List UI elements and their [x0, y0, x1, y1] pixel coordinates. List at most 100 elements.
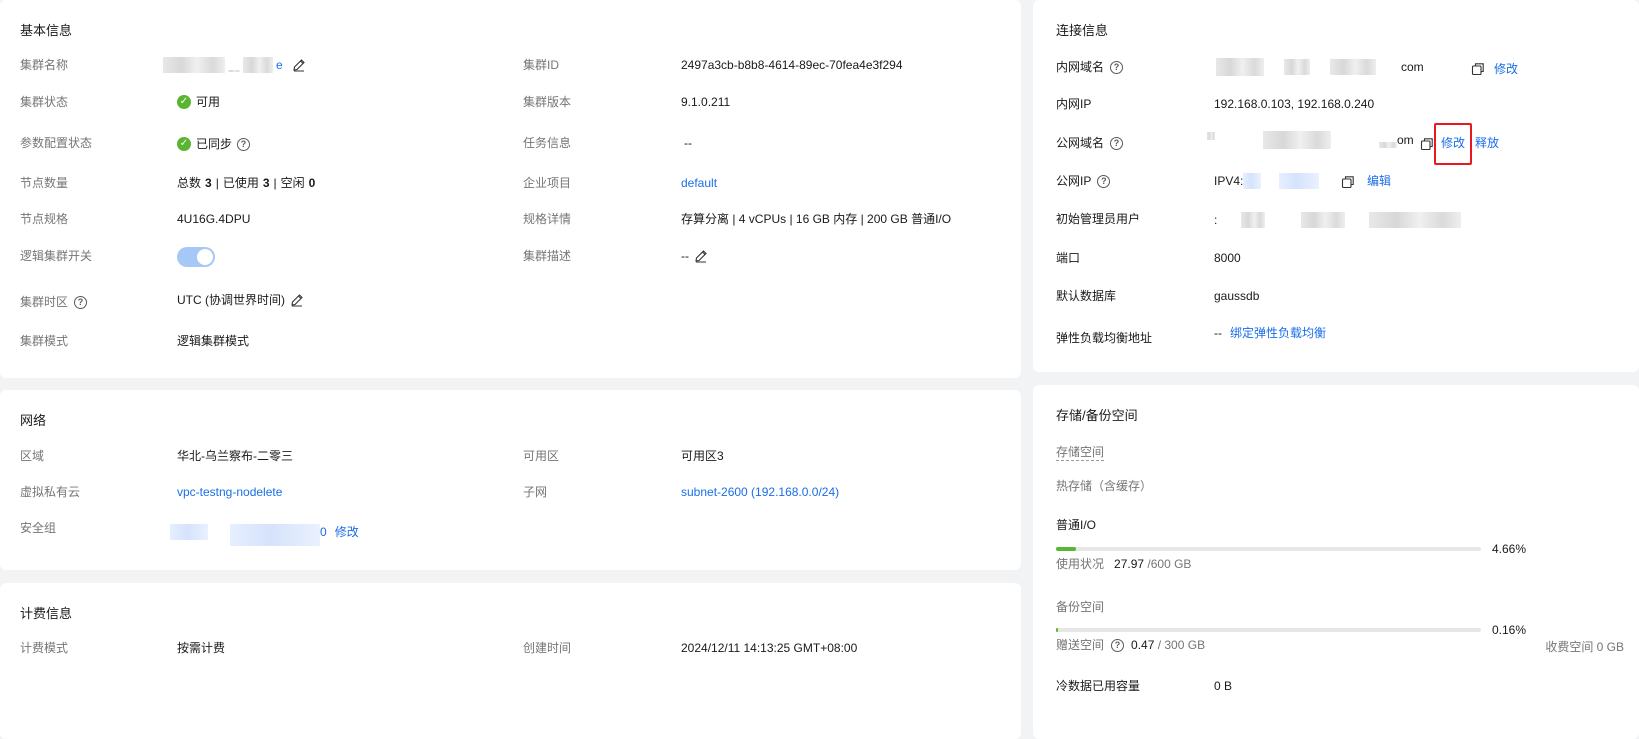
usage-label: 使用状况 [1056, 557, 1105, 571]
backup-progress [1056, 628, 1481, 632]
storage-space-label: 存储空间 [1056, 442, 1105, 462]
public-ip-label: 公网IP [1056, 174, 1092, 188]
cold-data-label: 冷数据已用容量 [1056, 679, 1141, 693]
redacted-text [243, 57, 273, 73]
free-space-row: 赠送空间 ? 0.47 / 300 GB [1056, 635, 1205, 655]
help-icon[interactable]: ? [1110, 136, 1124, 150]
backup-progress-fill [1056, 628, 1058, 632]
security-group-modify-link[interactable]: 修改 [335, 522, 359, 542]
redacted-text [1241, 212, 1266, 228]
region-value: 华北-乌兰察布-二零三 [177, 449, 293, 463]
free-space-label: 赠送空间 [1056, 638, 1105, 652]
timezone-value: UTC (协调世界时间) [177, 290, 304, 310]
region-label: 区域 [20, 449, 45, 463]
elb-value: -- 绑定弹性负载均衡 [1214, 323, 1326, 343]
redacted-text [1379, 142, 1397, 148]
node-used: 3 [262, 176, 270, 190]
az-value: 可用区3 [681, 449, 724, 463]
billing-title: 计费信息 [20, 606, 73, 621]
security-group-suffix[interactable]: 0 [320, 522, 327, 542]
bind-elb-link[interactable]: 绑定弹性负载均衡 [1230, 323, 1326, 343]
private-domain-modify-link[interactable]: 修改 [1494, 59, 1518, 79]
public-ip-prefix: IPV4: [1214, 174, 1244, 188]
separator: | [215, 176, 219, 190]
help-icon[interactable]: ? [1097, 174, 1111, 188]
default-db-value: gaussdb [1214, 289, 1260, 303]
version-value: 9.1.0.211 [681, 95, 731, 109]
cluster-id-label: 集群ID [523, 58, 560, 72]
param-status-value: ✓ 已同步 ? [177, 134, 251, 154]
redacted-text [1207, 132, 1215, 140]
node-used-label: 已使用 [222, 176, 259, 190]
logic-switch-value [177, 247, 215, 267]
help-icon[interactable]: ? [74, 295, 88, 309]
elb-label: 弹性负载均衡地址 [1056, 331, 1153, 345]
redacted-text [1301, 212, 1346, 228]
logic-cluster-toggle[interactable] [177, 247, 215, 267]
edit-icon[interactable] [694, 249, 708, 263]
public-domain-label-wrap: 公网域名 ? [1056, 133, 1124, 153]
task-value: -- [684, 136, 692, 150]
network-title: 网络 [20, 413, 47, 428]
desc-text: -- [681, 249, 689, 263]
basic-info-card: 基本信息 集群名称 e 集群状态 ✓ 可用 参数配置状态 ✓ 已同步 ? 节点数… [0, 0, 1021, 378]
billing-mode-value: 按需计费 [177, 641, 226, 655]
cluster-name-value: e [163, 55, 306, 75]
copy-icon[interactable] [1471, 62, 1485, 76]
node-count-label: 节点数量 [20, 176, 69, 190]
private-ip-value: 192.168.0.103, 192.168.0.240 [1214, 97, 1375, 111]
enterprise-link[interactable]: default [681, 173, 717, 193]
copy-icon[interactable] [1420, 137, 1434, 151]
redacted-text [1330, 59, 1376, 75]
private-domain-label: 内网域名 [1056, 60, 1105, 74]
backup-percent: 0.16% [1492, 623, 1527, 637]
desc-value: -- [681, 246, 708, 266]
mode-label: 集群模式 [20, 334, 69, 348]
admin-label: 初始管理员用户 [1056, 212, 1141, 226]
port-label: 端口 [1056, 251, 1081, 265]
version-label: 集群版本 [523, 95, 572, 109]
node-total-label: 总数 [177, 176, 202, 190]
normal-io-label: 普通I/O [1056, 518, 1097, 532]
help-icon[interactable]: ? [237, 137, 251, 151]
security-group-value: 0 修改 [170, 518, 359, 546]
vpc-link[interactable]: vpc-testng-nodelete [177, 482, 282, 502]
param-status-text: 已同步 [196, 137, 233, 151]
help-icon[interactable]: ? [1111, 638, 1125, 652]
enterprise-label: 企业项目 [523, 176, 572, 190]
connection-card: 连接信息 内网域名 ? com 修改 内网IP 192.168.0.103, 1… [1033, 0, 1639, 372]
redacted-text [1369, 212, 1462, 228]
mode-value: 逻辑集群模式 [177, 334, 250, 348]
public-ip-label-wrap: 公网IP ? [1056, 171, 1111, 191]
public-ip-edit-link[interactable]: 编辑 [1367, 171, 1391, 191]
redacted-text [170, 524, 208, 540]
param-status-label: 参数配置状态 [20, 136, 93, 150]
public-domain-release-link[interactable]: 释放 [1475, 133, 1499, 153]
subnet-link[interactable]: subnet-2600 (192.168.0.0/24) [681, 482, 839, 502]
cluster-status-label: 集群状态 [20, 95, 69, 109]
redacted-text [1284, 59, 1310, 75]
redacted-text [163, 57, 225, 73]
cluster-name-label: 集群名称 [20, 58, 69, 72]
help-icon[interactable]: ? [1110, 60, 1124, 74]
edit-icon[interactable] [292, 58, 306, 72]
network-card: 网络 区域 华北-乌兰察布-二零三 虚拟私有云 vpc-testng-nodel… [0, 390, 1021, 570]
edit-icon[interactable] [290, 293, 304, 307]
public-domain-value: om [1207, 130, 1414, 150]
node-spec-label: 节点规格 [20, 212, 69, 226]
timezone-text: UTC (协调世界时间) [177, 293, 285, 307]
timezone-label: 集群时区 [20, 295, 69, 309]
cluster-name-suffix: e [276, 58, 283, 72]
public-domain-label: 公网域名 [1056, 136, 1105, 150]
public-domain-modify-link[interactable]: 修改 [1441, 133, 1465, 153]
cold-data-value: 0 B [1214, 679, 1233, 693]
backup-label: 备份空间 [1056, 600, 1105, 614]
copy-icon[interactable] [1341, 175, 1355, 189]
free-space-used: 0.47 [1131, 638, 1155, 652]
subnet-label: 子网 [523, 485, 548, 499]
redacted-text [1279, 173, 1320, 189]
spec-detail-value: 存算分离 | 4 vCPUs | 16 GB 内存 | 200 GB 普通I/O [681, 212, 952, 226]
desc-label: 集群描述 [523, 249, 572, 263]
hot-storage-label: 热存储（含缓存） [1056, 479, 1153, 493]
az-label: 可用区 [523, 449, 560, 463]
